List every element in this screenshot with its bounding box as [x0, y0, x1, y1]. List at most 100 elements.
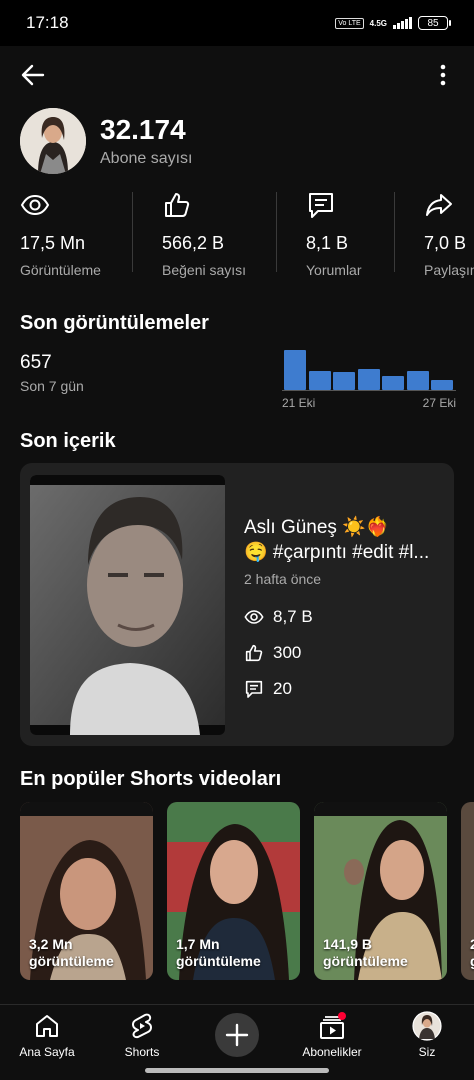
stat-value: 8,1 B: [306, 233, 349, 253]
short-views: 141,9 B görüntüleme: [323, 936, 408, 970]
comment-icon: [309, 193, 333, 218]
video-thumbnail[interactable]: [30, 475, 225, 735]
top-shorts-row: 3,2 Mn görüntüleme 1,7 Mn görüntüleme 14…: [20, 802, 474, 980]
status-time: 17:18: [26, 13, 69, 32]
recent-views-summary: 657 Son 7 gün: [20, 352, 84, 394]
chart-bar: [333, 372, 355, 390]
short-card[interactable]: 1,7 Mn görüntüleme: [167, 802, 300, 980]
nav-shorts-label: Shorts: [124, 1045, 160, 1059]
more-vert-icon: [440, 64, 446, 86]
avatar-photo: [20, 108, 86, 174]
short-views: 1,7 Mn görüntüleme: [176, 936, 261, 970]
share-icon: [426, 194, 452, 216]
comment-icon: [245, 680, 263, 698]
short-views-count: 3,2 Mn: [29, 936, 73, 952]
short-card[interactable]: 3,2 Mn görüntüleme: [20, 802, 153, 980]
stat-label: Görüntüleme: [20, 262, 101, 278]
eye-icon: [244, 610, 264, 624]
bottom-navigation: Ana Sayfa Shorts Abonelikler Siz: [0, 1004, 474, 1080]
video-views-value: 8,7 B: [273, 607, 313, 626]
recent-views-value: 657: [20, 352, 52, 373]
volte-icon: Vo LTE: [335, 17, 364, 29]
channel-stats: 17,5 Mn Görüntüleme 566,2 B Beğeni sayıs…: [0, 190, 474, 278]
nav-home[interactable]: Ana Sayfa: [2, 1011, 92, 1059]
video-comments: 20: [244, 679, 444, 699]
recent-views-title: Son görüntülemeler: [20, 312, 209, 334]
subscriber-label: Abone sayısı: [100, 150, 193, 167]
short-views-suffix: görüntüleme: [323, 953, 408, 969]
content-details: Aslı Güneş ☀️❤️‍🔥 🤤 #çarpıntı #edit #l..…: [244, 515, 444, 699]
recent-views-chart[interactable]: 21 Eki 27 Eki: [282, 340, 456, 412]
video-likes: 300: [244, 643, 444, 663]
nav-you-label: Siz: [418, 1045, 436, 1059]
nav-you[interactable]: Siz: [382, 1011, 472, 1059]
short-views-suffix: görüntüleme: [176, 953, 261, 969]
video-date: 2 hafta önce: [244, 571, 322, 587]
nav-subscriptions-label: Abonelikler: [302, 1045, 362, 1059]
stat-label: Beğeni sayısı: [162, 262, 247, 278]
tick-label-start: 21 Eki: [282, 396, 316, 410]
plus-icon: [225, 1023, 249, 1047]
home-icon: [36, 1015, 58, 1037]
recent-content-card[interactable]: Aslı Güneş ☀️❤️‍🔥 🤤 #çarpıntı #edit #l..…: [20, 463, 454, 746]
thumbs-up-icon: [165, 193, 190, 217]
tick-label-end: 27 Eki: [422, 396, 456, 410]
subscriptions-icon: [320, 1012, 346, 1039]
stat-value: 566,2 B: [162, 233, 225, 253]
profile-avatar-icon: [412, 1011, 442, 1041]
thumbnail-image: [30, 475, 225, 735]
short-views-suffix: görüntüleme: [29, 953, 114, 969]
stat-views[interactable]: 17,5 Mn Görüntüleme: [20, 190, 101, 278]
stat-shares[interactable]: 7,0 B Paylaşım: [424, 190, 474, 278]
network-type: 4.5G: [369, 18, 387, 28]
stat-comments[interactable]: 8,1 B Yorumlar: [306, 190, 362, 278]
stat-value: 7,0 B: [424, 233, 467, 253]
chart-bar: [308, 371, 331, 390]
top-shorts-title: En popüler Shorts videoları: [20, 768, 282, 790]
stat-label: Paylaşım: [424, 262, 474, 278]
divider: [276, 192, 277, 272]
chart-axis: [282, 390, 456, 391]
chart-bar: [284, 350, 306, 390]
thumbs-up-icon: [245, 644, 263, 662]
gesture-bar: [145, 1068, 329, 1073]
channel-avatar[interactable]: [20, 108, 86, 174]
nav-shorts[interactable]: Shorts: [97, 1011, 187, 1059]
stat-likes[interactable]: 566,2 B Beğeni sayısı: [162, 190, 247, 278]
video-comments-value: 20: [273, 679, 292, 698]
stat-label: Yorumlar: [306, 262, 362, 278]
battery-icon: 85: [418, 16, 451, 30]
back-arrow-icon: [21, 64, 45, 86]
eye-icon: [20, 194, 50, 216]
status-icons: Vo LTE 4.5G 85: [335, 16, 451, 30]
short-views-suffix: g: [470, 953, 474, 969]
chart-bar: [357, 369, 380, 390]
short-views: 2 g: [470, 936, 474, 970]
chart-bar: [406, 371, 429, 390]
recent-content-title: Son içerik: [20, 430, 116, 452]
chart-bar: [382, 376, 404, 390]
divider: [132, 192, 133, 272]
back-button[interactable]: [18, 60, 48, 90]
short-views-count: 2: [470, 936, 474, 952]
short-card[interactable]: 2 g: [461, 802, 474, 980]
video-title: Aslı Güneş ☀️❤️‍🔥 🤤 #çarpıntı #edit #l..…: [244, 515, 444, 565]
top-app-bar: [0, 58, 474, 92]
subscriber-count: 32.174: [100, 114, 186, 145]
video-likes-value: 300: [273, 643, 302, 662]
video-title-line2: 🤤 #çarpıntı #edit #l...: [244, 542, 430, 563]
short-views: 3,2 Mn görüntüleme: [29, 936, 114, 970]
create-button[interactable]: [215, 1013, 259, 1057]
video-title-line1: Aslı Güneş ☀️❤️‍🔥: [244, 517, 390, 538]
notification-dot: [338, 1012, 346, 1020]
short-card[interactable]: 141,9 B görüntüleme: [314, 802, 447, 980]
video-views: 8,7 B: [244, 607, 444, 627]
nav-subscriptions[interactable]: Abonelikler: [287, 1011, 377, 1059]
shorts-icon: [132, 1013, 152, 1039]
divider: [394, 192, 395, 272]
stat-value: 17,5 Mn: [20, 233, 86, 253]
more-options-button[interactable]: [428, 60, 458, 90]
short-views-count: 141,9 B: [323, 936, 373, 952]
status-bar: 17:18 Vo LTE 4.5G 85: [0, 0, 474, 46]
signal-icon: [393, 17, 412, 29]
